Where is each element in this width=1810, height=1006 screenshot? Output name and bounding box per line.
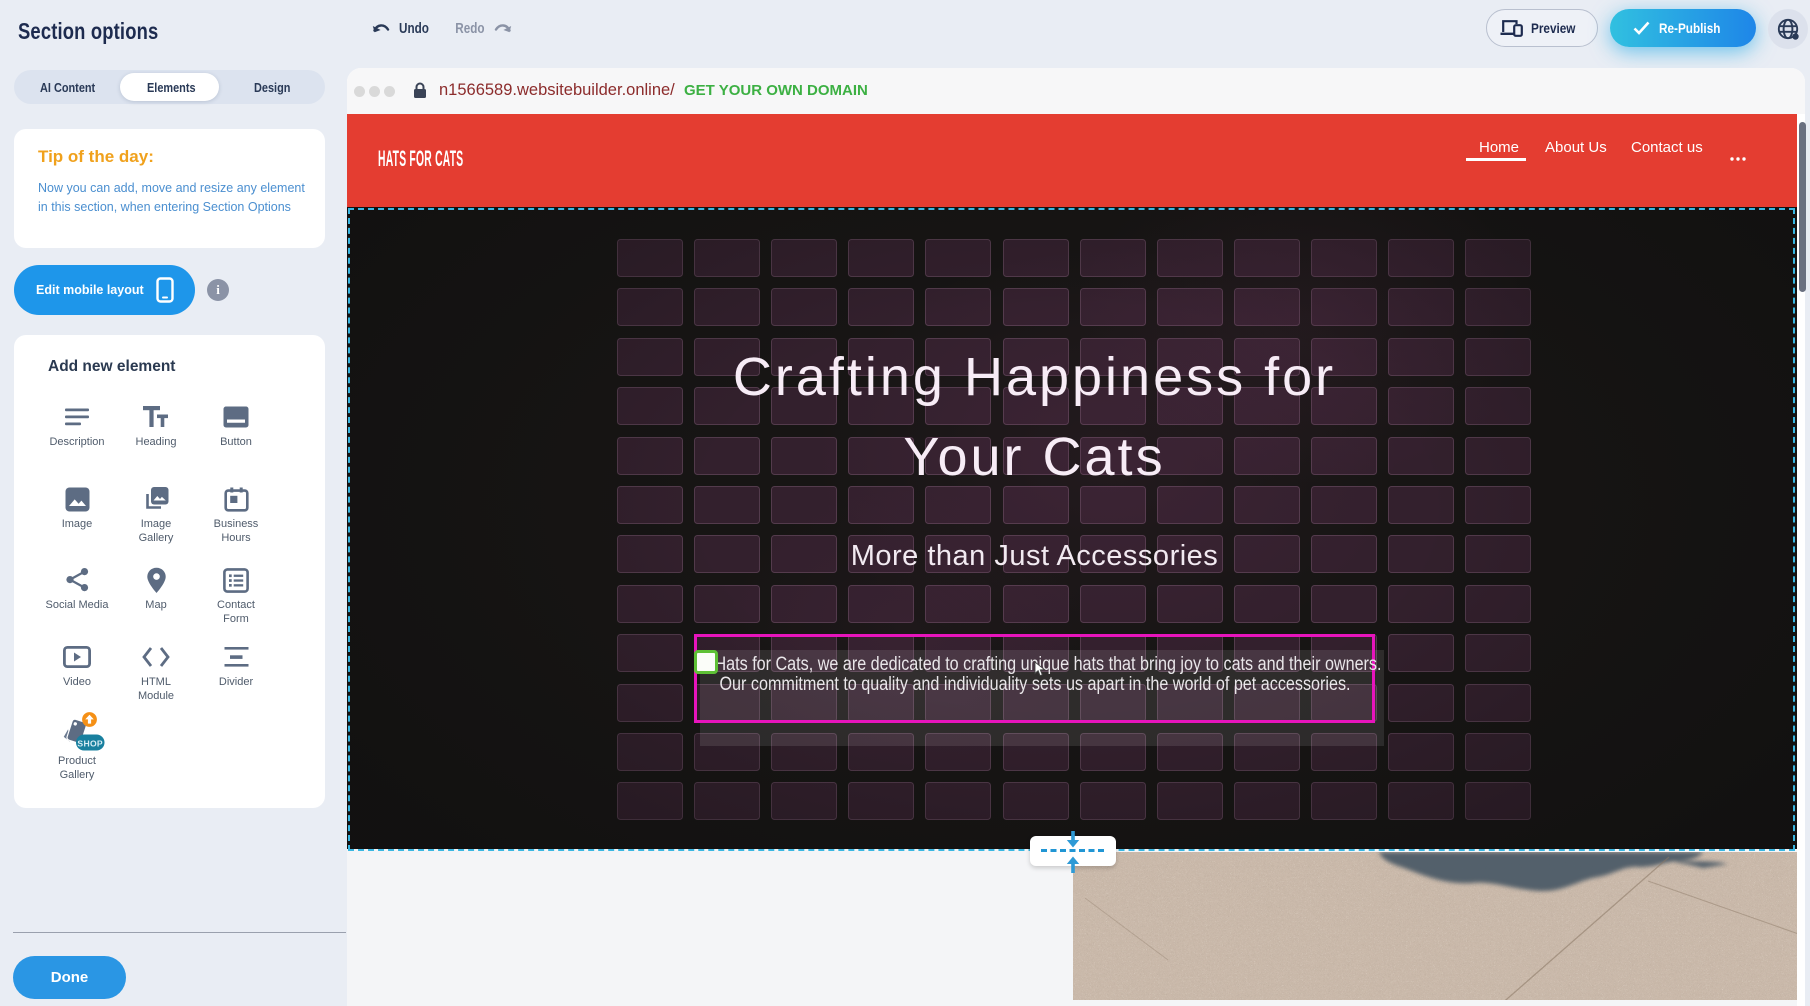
svg-text:SHOP: SHOP [77,738,103,748]
